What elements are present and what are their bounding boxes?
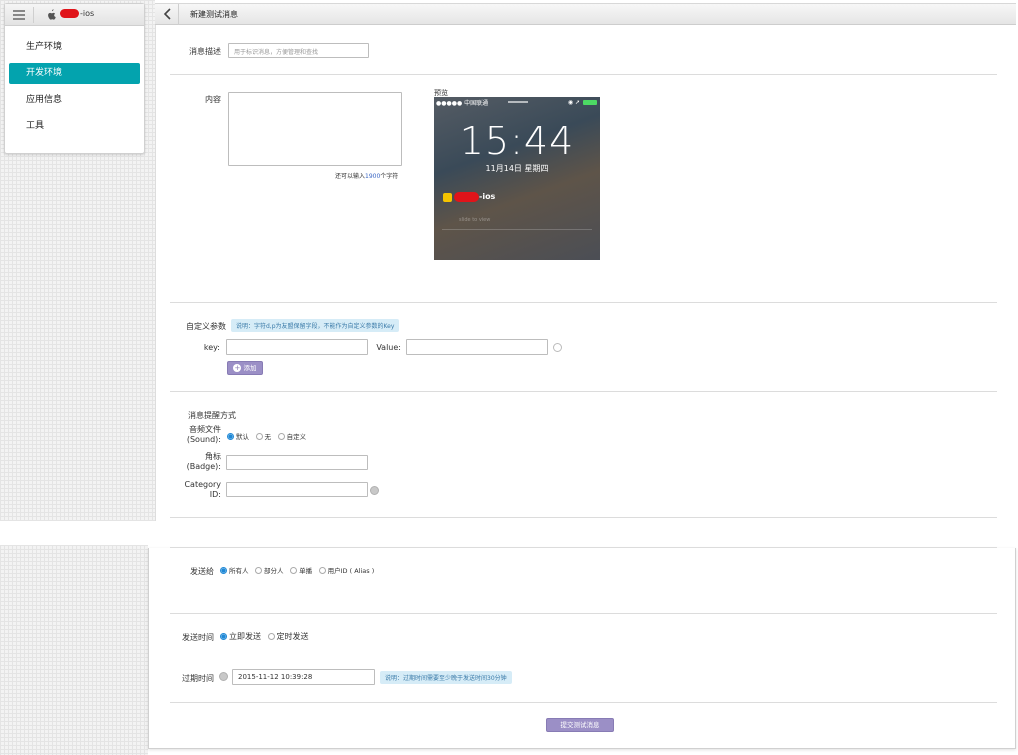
expire-label: 过期时间 (182, 674, 214, 683)
sidebar-item-tools[interactable]: 工具 (9, 116, 140, 137)
desc-input[interactable]: 用于标识消息，方便管理和查找 (228, 43, 369, 58)
value-input[interactable] (406, 339, 548, 355)
remove-param-icon[interactable] (553, 343, 562, 352)
page-title: 新建测试消息 (190, 10, 238, 19)
grid-background-bottom (0, 545, 148, 755)
app-name: -ios (60, 9, 94, 18)
send-to-radio-partial[interactable] (255, 567, 263, 574)
add-param-button[interactable]: + 添加 (227, 361, 263, 375)
back-chevron-icon[interactable] (163, 8, 173, 20)
divider (170, 702, 997, 703)
page-header: 新建测试消息 (155, 3, 1016, 25)
sound-radio-custom[interactable] (277, 433, 285, 440)
phone-date: 11月14日 星期四 (485, 164, 549, 173)
send-time-label: 发送时间 (182, 633, 214, 642)
sidebar-item-app-info[interactable]: 应用信息 (9, 90, 140, 111)
divider (170, 547, 997, 548)
custom-params-note: 说明：字符d,p为友盟保留字段，不能作为自定义参数的Key (231, 319, 400, 332)
menu-icon[interactable] (13, 10, 27, 20)
content-label: 内容 (205, 95, 221, 104)
divider (170, 517, 997, 518)
battery-icon (583, 100, 597, 105)
redacted-mark (454, 192, 479, 202)
content-textarea[interactable] (228, 92, 402, 166)
sidebar-item-development[interactable]: 开发环境 (9, 63, 140, 84)
sound-label: 音频文件 (Sound): (186, 425, 221, 444)
phone-preview: ●●●●● 中国联通 ◉ ➚ 15:44 11月14日 星期四 -ios sli… (434, 97, 600, 260)
expire-note: 说明：过期时间需要至少晚于发送时间30分钟 (380, 671, 512, 684)
divider (170, 302, 997, 303)
badge-input[interactable] (226, 455, 368, 470)
custom-params-label: 自定义参数 (186, 322, 226, 331)
sidebar-item-production[interactable]: 生产环境 (9, 37, 140, 58)
sidebar: -ios 生产环境 开发环境 应用信息 工具 (4, 3, 145, 154)
category-label: Category ID: (184, 480, 221, 499)
send-to-radio-unicast[interactable] (290, 567, 298, 574)
help-icon[interactable] (370, 486, 379, 495)
sound-radio-none[interactable] (255, 433, 263, 440)
redacted-mark (60, 9, 79, 18)
desc-label: 消息描述 (189, 47, 221, 56)
plus-circle-icon: + (233, 364, 242, 372)
key-label: key: (203, 343, 220, 352)
notification-app-name: -ios (479, 192, 496, 201)
send-time-radio-group: 立即发送 定时发送 (220, 631, 313, 642)
apple-icon (48, 9, 56, 20)
screenshot-gap (0, 521, 1018, 545)
sound-radio-group: 默认 无 自定义 (227, 431, 310, 441)
key-input[interactable] (226, 339, 368, 355)
send-to-radio-alias[interactable] (318, 567, 326, 574)
badge-label: 角标 (Badge): (186, 452, 221, 471)
send-to-radio-group: 所有人 部分人 单播 用户ID ( Alias ) (220, 565, 378, 575)
category-input[interactable] (226, 482, 368, 497)
divider (170, 391, 997, 392)
phone-status-bar: ●●●●● 中国联通 ◉ ➚ (436, 98, 598, 107)
remaining-chars: 还可以输入1900个字符 (335, 173, 399, 180)
notification-app-icon (443, 193, 452, 202)
send-time-radio-now[interactable] (220, 633, 227, 640)
value-label: Value: (376, 343, 401, 352)
slide-to-view-text: slide to view (459, 217, 491, 223)
reminder-title: 消息提醒方式 (188, 411, 236, 420)
divider (170, 74, 997, 75)
expire-input[interactable]: 2015-11-12 10:39:28 (232, 669, 375, 685)
sidebar-header: -ios (5, 4, 144, 26)
submit-button[interactable]: 提交测试消息 (546, 718, 614, 732)
send-time-radio-scheduled[interactable] (267, 633, 275, 640)
help-icon[interactable] (219, 672, 228, 681)
send-to-label: 发送给 (190, 567, 214, 576)
divider (170, 613, 997, 614)
sound-radio-default[interactable] (227, 433, 234, 440)
send-to-radio-all[interactable] (220, 567, 227, 574)
phone-clock: 15:44 (459, 119, 575, 163)
